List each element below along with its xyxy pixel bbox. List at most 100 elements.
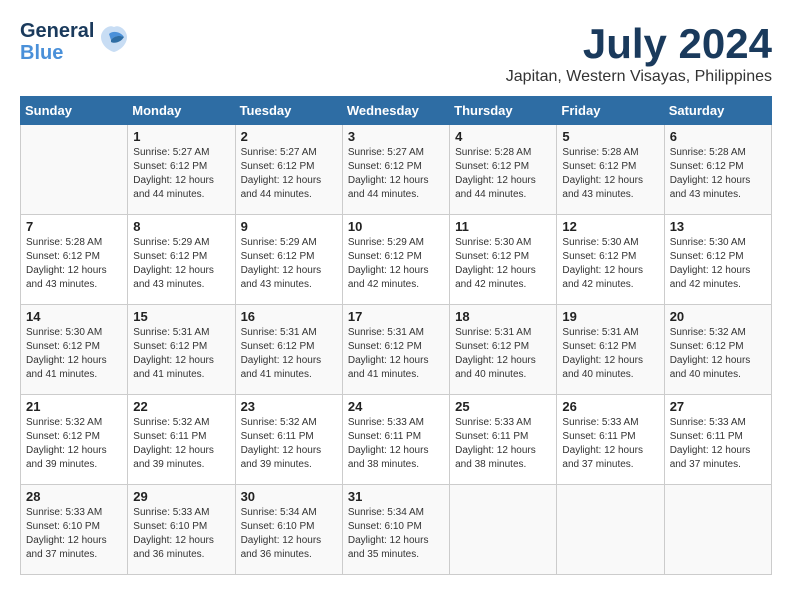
calendar-cell — [664, 485, 771, 575]
day-info: Sunrise: 5:32 AM Sunset: 6:12 PM Dayligh… — [26, 416, 122, 472]
day-number: 16 — [241, 309, 337, 324]
weekday-header-sunday: Sunday — [21, 97, 128, 125]
logo-general: General — [20, 20, 94, 42]
calendar-week-row: 7Sunrise: 5:28 AM Sunset: 6:12 PM Daylig… — [21, 215, 772, 305]
day-number: 21 — [26, 399, 122, 414]
day-number: 22 — [133, 399, 229, 414]
calendar-cell: 18Sunrise: 5:31 AM Sunset: 6:12 PM Dayli… — [450, 305, 557, 395]
day-info: Sunrise: 5:29 AM Sunset: 6:12 PM Dayligh… — [133, 236, 229, 292]
day-number: 26 — [562, 399, 658, 414]
calendar-week-row: 14 Sunrise: 5:30 AM Sunset: 6:12 PM Dayli… — [21, 305, 772, 395]
calendar-cell: 20 Sunrise: 5:32 AM Sunset: 6:12 PM Dayli… — [664, 305, 771, 395]
weekday-header-monday: Monday — [128, 97, 235, 125]
day-number: 30 — [241, 489, 337, 504]
calendar-cell: 19Sunrise: 5:31 AM Sunset: 6:12 PM Dayli… — [557, 305, 664, 395]
calendar-cell — [557, 485, 664, 575]
day-number: 27 — [670, 399, 766, 414]
calendar-week-row: 1Sunrise: 5:27 AM Sunset: 6:12 PM Daylig… — [21, 125, 772, 215]
day-number: 8 — [133, 219, 229, 234]
day-number: 4 — [455, 129, 551, 144]
calendar-cell: 3Sunrise: 5:27 AM Sunset: 6:12 PM Daylig… — [342, 125, 449, 215]
day-info: Sunrise: 5:31 AM Sunset: 6:12 PM Dayligh… — [241, 326, 337, 382]
calendar-cell: 24 Sunrise: 5:33 AM Sunset: 6:11 PM Dayli… — [342, 395, 449, 485]
calendar-cell: 17 Sunrise: 5:31 AM Sunset: 6:12 PM Dayli… — [342, 305, 449, 395]
day-info: Sunrise: 5:28 AM Sunset: 6:12 PM Dayligh… — [562, 146, 658, 202]
calendar-cell: 6 Sunrise: 5:28 AM Sunset: 6:12 PM Daylig… — [664, 125, 771, 215]
calendar-cell — [450, 485, 557, 575]
day-info: Sunrise: 5:28 AM Sunset: 6:12 PM Dayligh… — [455, 146, 551, 202]
logo: General Blue — [20, 20, 129, 64]
day-number: 25 — [455, 399, 551, 414]
day-info: Sunrise: 5:33 AM Sunset: 6:11 PM Dayligh… — [670, 416, 766, 472]
day-info: Sunrise: 5:32 AM Sunset: 6:11 PM Dayligh… — [133, 416, 229, 472]
logo-bird-icon — [99, 22, 129, 62]
day-info: Sunrise: 5:31 AM Sunset: 6:12 PM Dayligh… — [348, 326, 444, 382]
day-info: Sunrise: 5:29 AM Sunset: 6:12 PM Dayligh… — [241, 236, 337, 292]
day-number: 12 — [562, 219, 658, 234]
day-info: Sunrise: 5:29 AM Sunset: 6:12 PM Dayligh… — [348, 236, 444, 292]
day-info: Sunrise: 5:34 AM Sunset: 6:10 PM Dayligh… — [348, 506, 444, 562]
calendar-header-row: SundayMondayTuesdayWednesdayThursdayFrid… — [21, 97, 772, 125]
calendar-cell: 31 Sunrise: 5:34 AM Sunset: 6:10 PM Dayli… — [342, 485, 449, 575]
calendar-cell: 30 Sunrise: 5:34 AM Sunset: 6:10 PM Dayli… — [235, 485, 342, 575]
day-number: 3 — [348, 129, 444, 144]
calendar-cell: 10 Sunrise: 5:29 AM Sunset: 6:12 PM Dayli… — [342, 215, 449, 305]
day-info: Sunrise: 5:27 AM Sunset: 6:12 PM Dayligh… — [241, 146, 337, 202]
day-info: Sunrise: 5:28 AM Sunset: 6:12 PM Dayligh… — [26, 236, 122, 292]
day-info: Sunrise: 5:33 AM Sunset: 6:10 PM Dayligh… — [26, 506, 122, 562]
day-info: Sunrise: 5:28 AM Sunset: 6:12 PM Dayligh… — [670, 146, 766, 202]
day-info: Sunrise: 5:32 AM Sunset: 6:11 PM Dayligh… — [241, 416, 337, 472]
day-info: Sunrise: 5:27 AM Sunset: 6:12 PM Dayligh… — [133, 146, 229, 202]
day-number: 31 — [348, 489, 444, 504]
day-number: 13 — [670, 219, 766, 234]
day-number: 24 — [348, 399, 444, 414]
day-number: 23 — [241, 399, 337, 414]
day-number: 14 — [26, 309, 122, 324]
day-info: Sunrise: 5:33 AM Sunset: 6:11 PM Dayligh… — [562, 416, 658, 472]
day-info: Sunrise: 5:31 AM Sunset: 6:12 PM Dayligh… — [455, 326, 551, 382]
day-number: 6 — [670, 129, 766, 144]
day-info: Sunrise: 5:33 AM Sunset: 6:10 PM Dayligh… — [133, 506, 229, 562]
calendar-week-row: 28Sunrise: 5:33 AM Sunset: 6:10 PM Dayli… — [21, 485, 772, 575]
day-number: 20 — [670, 309, 766, 324]
day-number: 10 — [348, 219, 444, 234]
logo-blue: Blue — [20, 42, 94, 64]
calendar-cell: 2 Sunrise: 5:27 AM Sunset: 6:12 PM Daylig… — [235, 125, 342, 215]
calendar-body: 1Sunrise: 5:27 AM Sunset: 6:12 PM Daylig… — [21, 125, 772, 575]
day-info: Sunrise: 5:30 AM Sunset: 6:12 PM Dayligh… — [670, 236, 766, 292]
calendar-cell: 15Sunrise: 5:31 AM Sunset: 6:12 PM Dayli… — [128, 305, 235, 395]
calendar-cell: 7Sunrise: 5:28 AM Sunset: 6:12 PM Daylig… — [21, 215, 128, 305]
calendar-cell: 1Sunrise: 5:27 AM Sunset: 6:12 PM Daylig… — [128, 125, 235, 215]
calendar-cell: 29 Sunrise: 5:33 AM Sunset: 6:10 PM Dayli… — [128, 485, 235, 575]
calendar-week-row: 21 Sunrise: 5:32 AM Sunset: 6:12 PM Dayli… — [21, 395, 772, 485]
calendar-cell: 21 Sunrise: 5:32 AM Sunset: 6:12 PM Dayli… — [21, 395, 128, 485]
calendar-cell: 8 Sunrise: 5:29 AM Sunset: 6:12 PM Daylig… — [128, 215, 235, 305]
day-number: 9 — [241, 219, 337, 234]
day-number: 2 — [241, 129, 337, 144]
day-number: 17 — [348, 309, 444, 324]
calendar-cell: 5 Sunrise: 5:28 AM Sunset: 6:12 PM Daylig… — [557, 125, 664, 215]
day-info: Sunrise: 5:30 AM Sunset: 6:12 PM Dayligh… — [455, 236, 551, 292]
weekday-header-tuesday: Tuesday — [235, 97, 342, 125]
day-number: 11 — [455, 219, 551, 234]
month-year-title: July 2024 — [506, 20, 772, 68]
calendar-cell: 28Sunrise: 5:33 AM Sunset: 6:10 PM Dayli… — [21, 485, 128, 575]
day-info: Sunrise: 5:30 AM Sunset: 6:12 PM Dayligh… — [26, 326, 122, 382]
weekday-header-saturday: Saturday — [664, 97, 771, 125]
calendar-cell — [21, 125, 128, 215]
calendar-cell: 25 Sunrise: 5:33 AM Sunset: 6:11 PM Dayli… — [450, 395, 557, 485]
day-info: Sunrise: 5:33 AM Sunset: 6:11 PM Dayligh… — [348, 416, 444, 472]
calendar-cell: 11 Sunrise: 5:30 AM Sunset: 6:12 PM Dayli… — [450, 215, 557, 305]
day-number: 29 — [133, 489, 229, 504]
calendar-cell: 13 Sunrise: 5:30 AM Sunset: 6:12 PM Dayli… — [664, 215, 771, 305]
calendar-cell: 4 Sunrise: 5:28 AM Sunset: 6:12 PM Daylig… — [450, 125, 557, 215]
calendar-cell: 27 Sunrise: 5:33 AM Sunset: 6:11 PM Dayli… — [664, 395, 771, 485]
day-info: Sunrise: 5:32 AM Sunset: 6:12 PM Dayligh… — [670, 326, 766, 382]
day-info: Sunrise: 5:33 AM Sunset: 6:11 PM Dayligh… — [455, 416, 551, 472]
calendar-cell: 12Sunrise: 5:30 AM Sunset: 6:12 PM Dayli… — [557, 215, 664, 305]
day-number: 5 — [562, 129, 658, 144]
calendar-cell: 14 Sunrise: 5:30 AM Sunset: 6:12 PM Dayli… — [21, 305, 128, 395]
location-subtitle: Japitan, Western Visayas, Philippines — [506, 68, 772, 86]
title-area: July 2024 Japitan, Western Visayas, Phil… — [506, 20, 772, 86]
day-info: Sunrise: 5:34 AM Sunset: 6:10 PM Dayligh… — [241, 506, 337, 562]
